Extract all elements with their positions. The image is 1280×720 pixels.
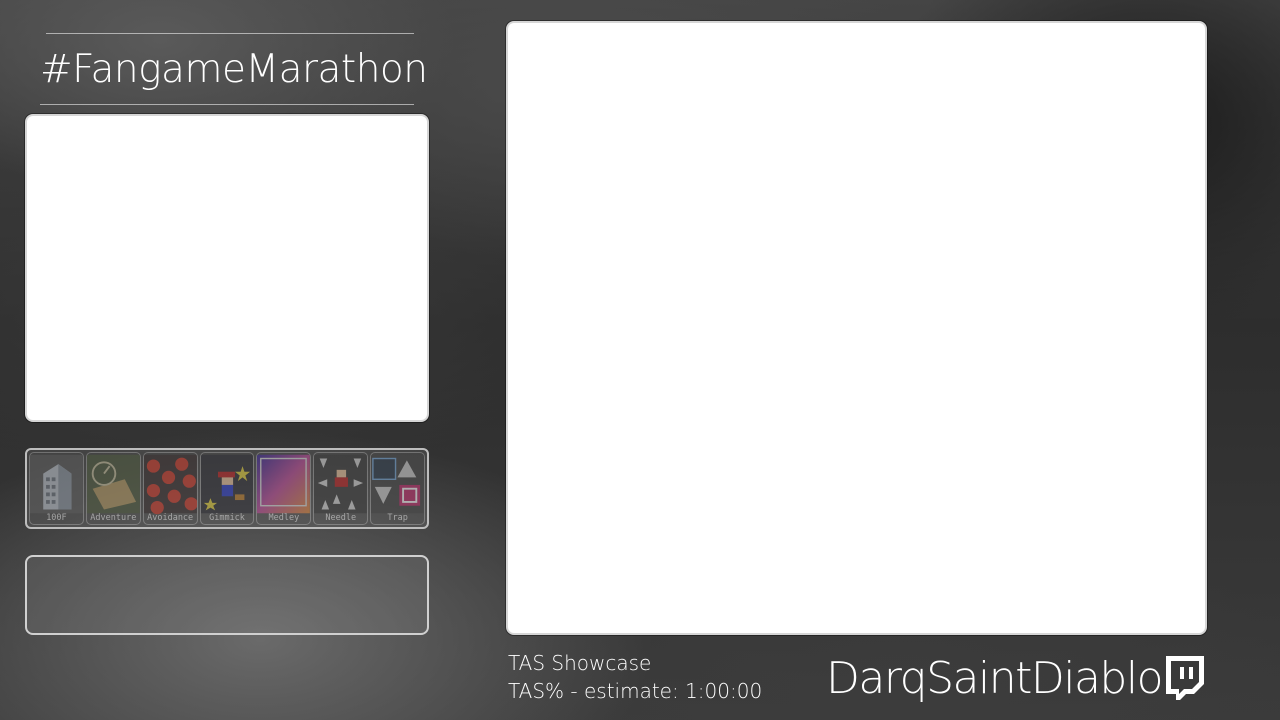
spikes-icon (314, 454, 368, 514)
gradient-icon (257, 454, 311, 514)
category-trap: Trap (370, 452, 426, 525)
map-icon (86, 454, 140, 514)
category-100f: 100F (29, 452, 84, 525)
kid-icon (200, 454, 254, 514)
category-avoidance: Avoidance (142, 452, 198, 525)
game-capture-panel (506, 21, 1207, 635)
trap-icon (371, 454, 425, 514)
event-hashtag: #FangameMarathon (40, 47, 428, 92)
category-label: Trap (387, 513, 408, 523)
category-adventure: Adventure (85, 452, 141, 525)
category-label: Adventure (90, 513, 137, 523)
twitch-icon (1162, 654, 1206, 700)
cherries-icon (143, 454, 197, 515)
category-gimmick: Gimmick (199, 452, 255, 525)
runner-name: DarqSaintDiablo (826, 653, 1164, 704)
header-bottom-rule (40, 104, 414, 105)
info-box (25, 555, 429, 635)
category-medley: Medley (256, 452, 312, 525)
game-title: TAS Showcase (508, 651, 652, 675)
camera-panel (25, 114, 429, 422)
category-estimate: TAS% - estimate: 1:00:00 (508, 679, 763, 703)
category-label: Gimmick (209, 513, 245, 523)
category-label: Needle (325, 513, 357, 523)
category-strip: 100F Adventure Avoidance Gimmick Medley … (25, 448, 429, 529)
header-top-rule (46, 33, 414, 34)
category-label: 100F (46, 513, 67, 523)
building-icon (30, 454, 83, 514)
category-needle: Needle (313, 452, 369, 525)
category-label: Medley (268, 513, 300, 523)
category-label: Avoidance (147, 513, 194, 523)
